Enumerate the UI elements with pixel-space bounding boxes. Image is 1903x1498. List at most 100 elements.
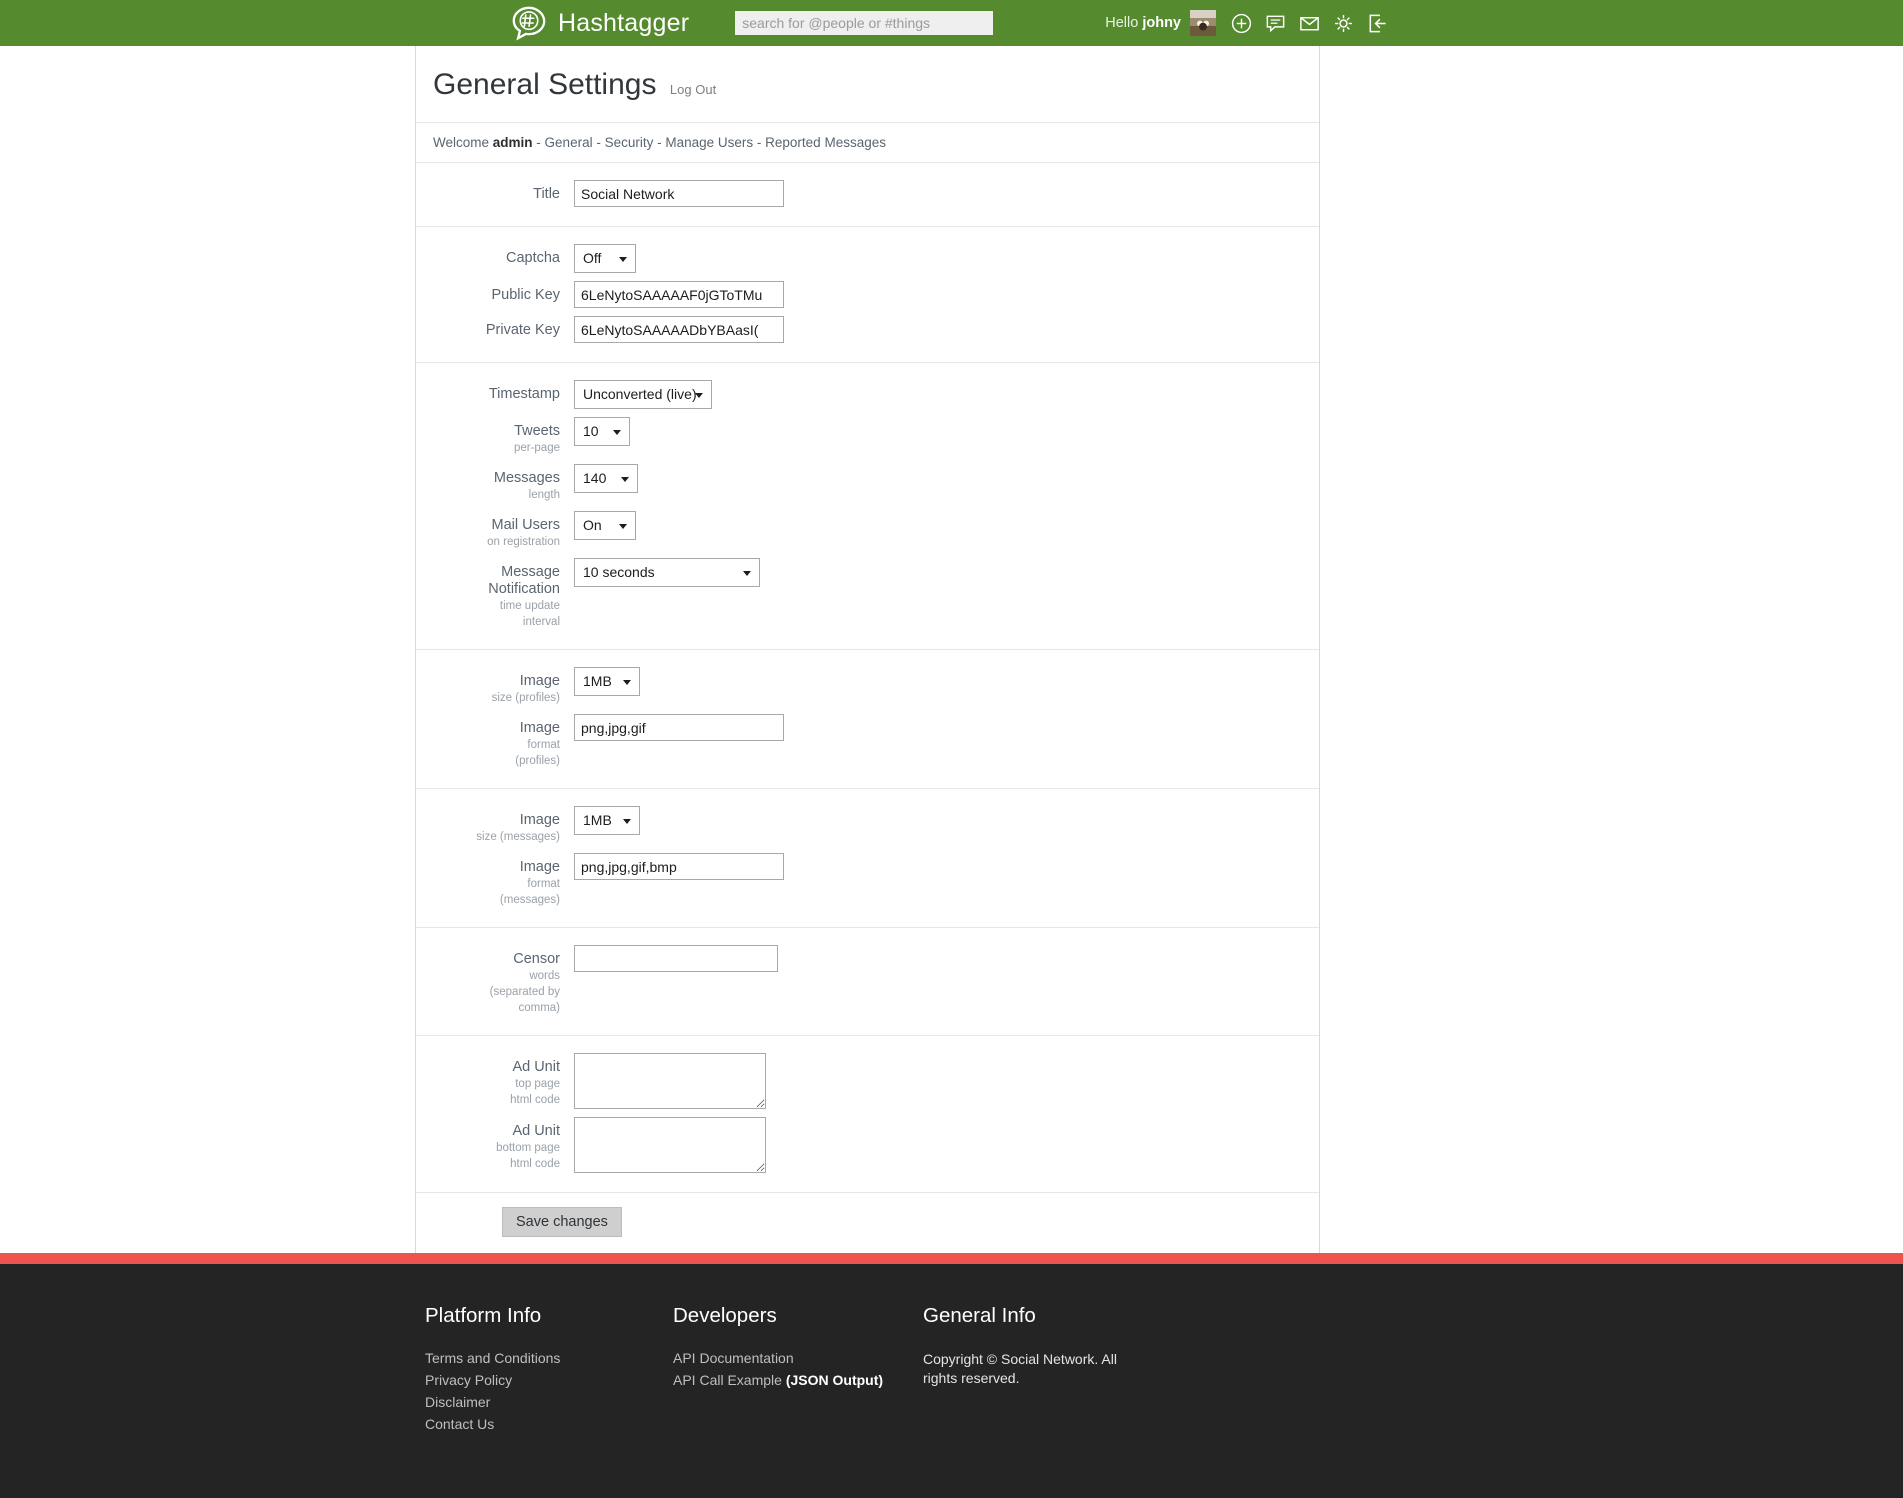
row-image-size-profiles: Image size (profiles) 1MB	[416, 663, 1319, 710]
label-message-notification-sub1: time update	[499, 600, 560, 612]
label-censor-sub3: comma)	[518, 1002, 560, 1014]
breadcrumb: Welcome admin - General - Security - Man…	[416, 123, 1319, 163]
row-censor: Censor words (separated by comma)	[416, 941, 1319, 1020]
label-ad-unit-bottom-main: Ad Unit	[512, 1123, 560, 1139]
label-image-size-messages-main: Image	[519, 812, 560, 828]
image-size-profiles-select[interactable]: 1MB	[574, 667, 640, 696]
label-tweets-main: Tweets	[514, 423, 560, 439]
brand-name: Hashtagger	[558, 8, 690, 37]
avatar[interactable]	[1190, 10, 1216, 36]
mail-icon[interactable]	[1298, 12, 1321, 35]
row-captcha: Captcha Off	[416, 240, 1319, 277]
footer-heading-platform-info: Platform Info	[425, 1304, 542, 1327]
footer-link-api-call-example[interactable]: API Call Example (JSON Output)	[673, 1372, 883, 1388]
group-ad-units: Ad Unit top page html code Ad Unit botto…	[416, 1036, 1319, 1193]
image-size-messages-value: 1MB	[583, 812, 612, 828]
label-ad-unit-bottom-sub1: bottom page	[496, 1142, 560, 1154]
label-messages-length-main: Messages	[493, 470, 560, 486]
row-messages-length: Messages length 140	[416, 460, 1319, 507]
title-input[interactable]	[574, 180, 784, 207]
settings-page-container: General Settings Log Out Welcome admin -…	[415, 46, 1320, 1253]
breadcrumb-link-security[interactable]: Security	[605, 135, 654, 150]
label-image-size-messages-sub: size (messages)	[476, 831, 560, 843]
top-navigation-bar: Hashtagger Hello johny	[0, 0, 1903, 46]
field-ad-unit-top	[574, 1053, 1319, 1109]
censor-words-input[interactable]	[574, 945, 778, 972]
breadcrumb-user: admin	[492, 135, 533, 150]
timestamp-select[interactable]: Unconverted (live)	[574, 380, 712, 409]
row-ad-unit-bottom: Ad Unit bottom page html code	[416, 1113, 1319, 1177]
breadcrumb-sep-3: -	[653, 135, 666, 150]
group-captcha: Captcha Off Public Key Private Key	[416, 227, 1319, 363]
save-changes-button[interactable]: Save changes	[502, 1207, 622, 1237]
mail-users-select[interactable]: On	[574, 511, 636, 540]
label-timestamp-main: Timestamp	[488, 386, 560, 402]
list-item: Disclaimer	[425, 1394, 663, 1412]
field-public-key	[574, 281, 1319, 308]
image-format-messages-input[interactable]	[574, 853, 784, 880]
username-label: johny	[1142, 15, 1181, 31]
field-messages-length: 140	[574, 464, 1319, 493]
captcha-select[interactable]: Off	[574, 244, 636, 273]
row-title: Title	[416, 176, 1319, 211]
footer-link-privacy[interactable]: Privacy Policy	[425, 1372, 512, 1388]
public-key-input[interactable]	[574, 281, 784, 308]
field-message-notification: 10 seconds	[574, 558, 1319, 587]
field-image-size-messages: 1MB	[574, 806, 1319, 835]
footer-link-terms[interactable]: Terms and Conditions	[425, 1350, 560, 1366]
footer-link-api-documentation[interactable]: API Documentation	[673, 1350, 794, 1366]
ad-unit-bottom-textarea[interactable]	[574, 1117, 766, 1173]
list-item: Terms and Conditions	[425, 1350, 663, 1368]
label-public-key-main: Public Key	[491, 287, 560, 303]
label-image-format-messages-main: Image	[519, 859, 560, 875]
breadcrumb-link-general[interactable]: General	[545, 135, 593, 150]
breadcrumb-link-manage-users[interactable]: Manage Users	[665, 135, 753, 150]
messages-length-value: 140	[583, 470, 607, 486]
label-message-notification: Message Notification time update interva…	[416, 558, 574, 630]
ad-unit-top-textarea[interactable]	[574, 1053, 766, 1109]
messages-icon[interactable]	[1264, 12, 1287, 35]
list-item: Privacy Policy	[425, 1372, 663, 1390]
site-footer: Platform Info Terms and Conditions Priva…	[0, 1264, 1903, 1498]
footer-link-contact-us[interactable]: Contact Us	[425, 1416, 494, 1432]
image-format-profiles-input[interactable]	[574, 714, 784, 741]
timestamp-select-value: Unconverted (live)	[583, 386, 697, 402]
row-image-format-messages: Image format (messages)	[416, 849, 1319, 912]
breadcrumb-welcome: Welcome	[433, 135, 493, 150]
breadcrumb-sep-1: -	[532, 135, 545, 150]
brand-logo-area[interactable]: Hashtagger	[510, 4, 689, 42]
row-tweets-per-page: Tweets per-page 10	[416, 413, 1319, 460]
label-image-size-profiles-sub: size (profiles)	[491, 692, 560, 704]
search-input[interactable]	[735, 11, 994, 35]
greeting-text: Hello johny	[1105, 15, 1181, 31]
label-public-key: Public Key	[416, 281, 574, 304]
api-call-example-text: API Call Example	[673, 1372, 786, 1388]
footer-accent-bar	[0, 1253, 1903, 1264]
list-item: Contact Us	[425, 1416, 663, 1434]
messages-length-select[interactable]: 140	[574, 464, 638, 493]
image-size-profiles-value: 1MB	[583, 673, 612, 689]
label-mail-users-sub: on registration	[487, 536, 560, 548]
tweets-per-page-select[interactable]: 10	[574, 417, 630, 446]
label-ad-unit-top-sub2: html code	[510, 1094, 560, 1106]
logout-link[interactable]: Log Out	[670, 82, 716, 97]
label-mail-users: Mail Users on registration	[416, 511, 574, 550]
label-image-format-profiles-main: Image	[519, 720, 560, 736]
row-mail-users: Mail Users on registration On	[416, 507, 1319, 554]
message-notification-select[interactable]: 10 seconds	[574, 558, 760, 587]
label-ad-unit-top-sub1: top page	[515, 1078, 560, 1090]
settings-gear-icon[interactable]	[1332, 12, 1355, 35]
captcha-select-value: Off	[583, 250, 602, 266]
logout-icon[interactable]	[1366, 12, 1389, 35]
label-censor-sub1: words	[529, 970, 560, 982]
private-key-input[interactable]	[574, 316, 784, 343]
add-post-icon[interactable]	[1230, 12, 1253, 35]
label-message-notification-sub2: interval	[522, 616, 560, 628]
tweets-per-page-value: 10	[583, 423, 599, 439]
footer-link-disclaimer[interactable]: Disclaimer	[425, 1394, 490, 1410]
image-size-messages-select[interactable]: 1MB	[574, 806, 640, 835]
footer-heading-general-info: General Info	[923, 1304, 1036, 1327]
label-captcha-main: Captcha	[505, 250, 560, 266]
footer-column-platform-info: Platform Info Terms and Conditions Priva…	[415, 1304, 663, 1438]
breadcrumb-link-reported-messages[interactable]: Reported Messages	[765, 135, 886, 150]
